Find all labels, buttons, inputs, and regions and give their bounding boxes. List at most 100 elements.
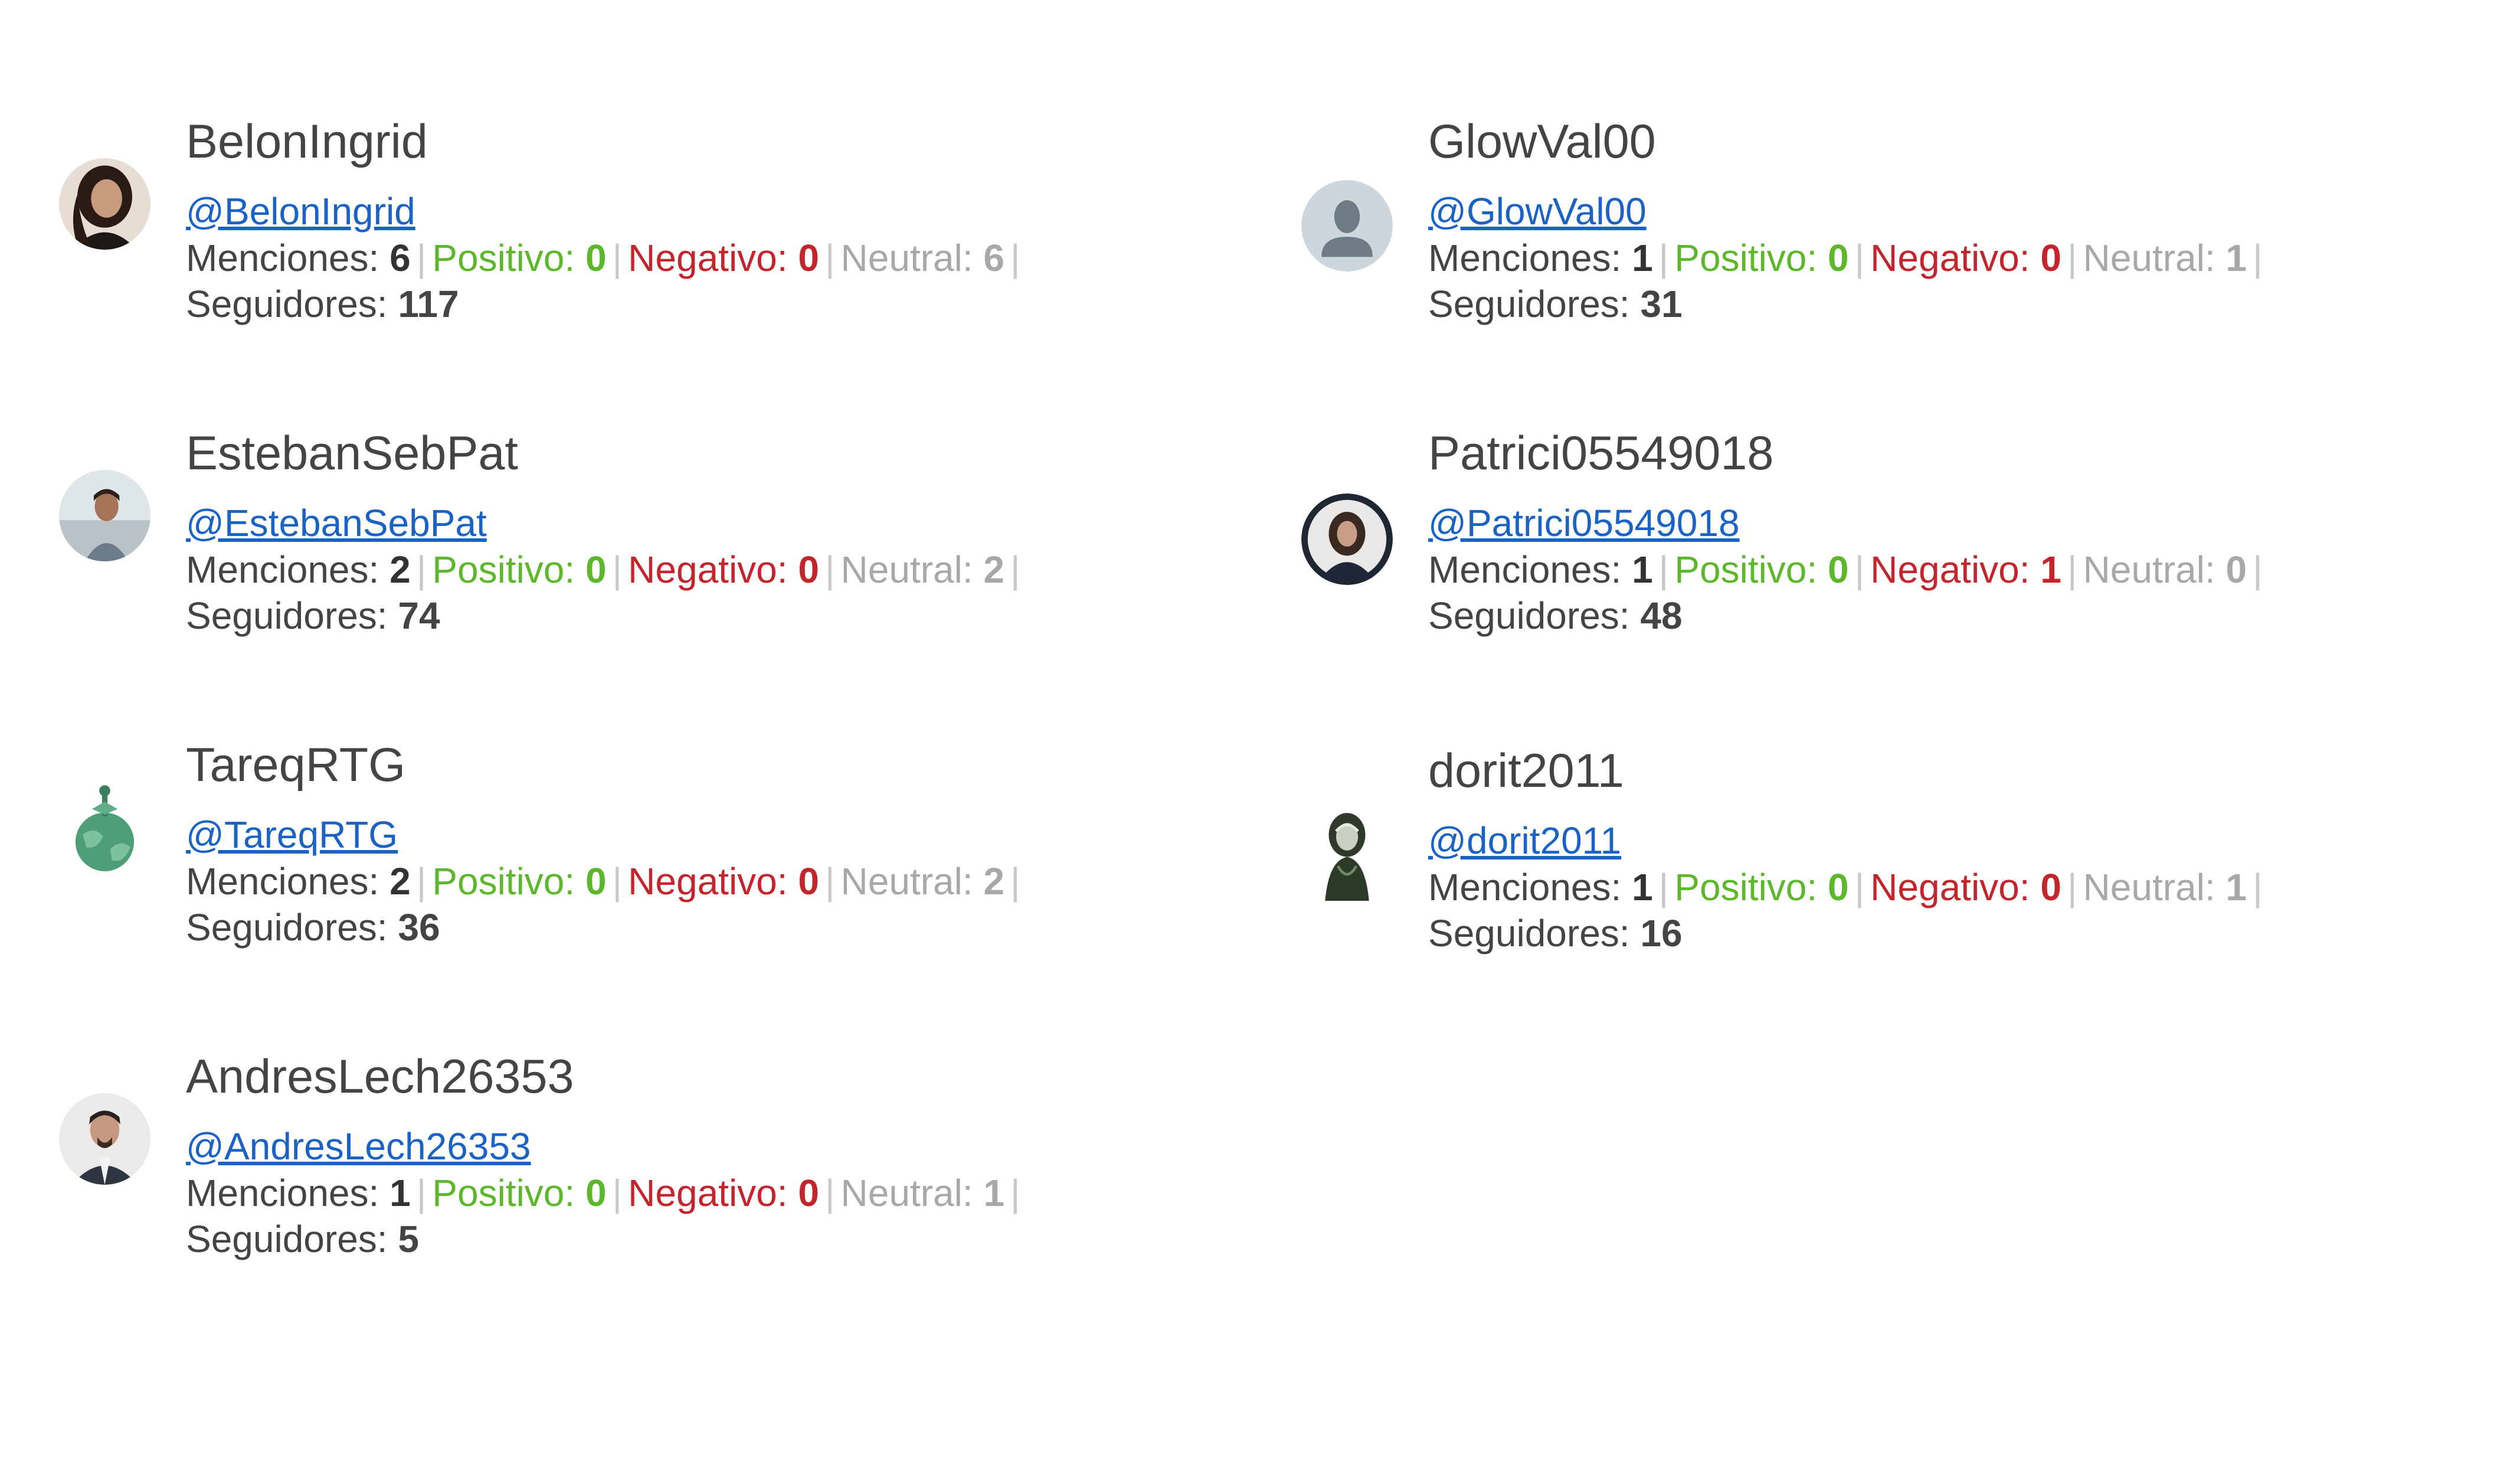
- user-card: AndresLech26353 @AndresLech26353 Mencion…: [0, 1047, 1180, 1295]
- negative-count: 0: [798, 1172, 819, 1214]
- user-followers: Seguidores: 117: [186, 281, 1026, 327]
- neutral-count: 2: [983, 860, 1004, 903]
- man-suit-avatar-icon[interactable]: [59, 1093, 150, 1185]
- mentions-label: Menciones:: [186, 237, 379, 279]
- user-handle-link[interactable]: @BelonIngrid: [186, 188, 415, 235]
- negative-label: Negativo:: [1870, 866, 2030, 908]
- positive-count: 0: [585, 548, 607, 591]
- user-stats: Menciones: 1 | Positivo: 0 | Negativo: 0 | Neu…: [186, 1170, 1026, 1216]
- user-followers: Seguidores: 74: [186, 593, 1026, 639]
- positive-count: 0: [585, 860, 607, 903]
- globe-avatar-icon[interactable]: [59, 782, 150, 873]
- user-handle-link[interactable]: @TareqRTG: [186, 811, 398, 858]
- separator: |: [824, 237, 835, 279]
- separator: |: [1010, 237, 1020, 279]
- mentions-count: 1: [390, 1172, 411, 1214]
- mentions-count: 2: [390, 548, 411, 591]
- separator: |: [824, 548, 835, 591]
- user-stats: Menciones: 2 | Positivo: 0 | Negativo: 0 | Neu…: [186, 858, 1026, 904]
- user-handle-link[interactable]: @EstebanSebPat: [186, 499, 487, 547]
- separator: |: [1658, 237, 1669, 279]
- user-handle-link[interactable]: @Patrici05549018: [1428, 499, 1740, 547]
- user-display-name: AndresLech26353: [186, 1050, 574, 1103]
- user-stats: Menciones: 6 | Positivo: 0 | Negativo: 0 | Neu…: [186, 235, 1026, 281]
- separator: |: [612, 1172, 623, 1214]
- separator: |: [416, 1172, 427, 1214]
- separator: |: [416, 237, 427, 279]
- separator: |: [2067, 548, 2077, 591]
- separator: |: [612, 860, 623, 903]
- mentions-label: Menciones:: [1428, 866, 1622, 908]
- followers-count: 48: [1640, 594, 1683, 637]
- separator: |: [612, 548, 623, 591]
- positive-label: Positivo:: [1674, 866, 1818, 908]
- positive-count: 0: [585, 237, 607, 279]
- followers-label: Seguidores:: [1428, 912, 1630, 955]
- separator: |: [2253, 548, 2263, 591]
- followers-count: 117: [398, 283, 459, 325]
- neutral-count: 1: [2226, 237, 2247, 279]
- user-card: TareqRTG @TareqRTG Menciones: 2 | Positivo…: [0, 736, 1180, 983]
- followers-label: Seguidores:: [186, 906, 388, 949]
- negative-label: Negativo:: [1870, 237, 2030, 279]
- user-display-name: GlowVal00: [1428, 115, 1656, 168]
- user-display-name: TareqRTG: [186, 738, 406, 792]
- separator: |: [1658, 548, 1669, 591]
- separator: |: [824, 860, 835, 903]
- followers-count: 31: [1640, 283, 1683, 325]
- neutral-label: Neutral:: [2083, 866, 2215, 908]
- user-stats: Menciones: 1 | Positivo: 0 | Negativo: 1 | Neu…: [1428, 547, 2269, 593]
- neutral-label: Neutral:: [840, 548, 973, 591]
- negative-count: 0: [2040, 866, 2061, 908]
- positive-label: Positivo:: [432, 860, 575, 903]
- separator: |: [2067, 866, 2077, 908]
- mentions-label: Menciones:: [186, 1172, 379, 1214]
- separator: |: [1010, 1172, 1020, 1214]
- positive-count: 0: [1827, 237, 1849, 279]
- negative-count: 0: [798, 860, 819, 903]
- woman-photo-avatar-icon[interactable]: [59, 158, 150, 250]
- neutral-label: Neutral:: [2083, 237, 2215, 279]
- separator: |: [416, 548, 427, 591]
- woman-photo-avatar-icon[interactable]: [1301, 493, 1393, 585]
- negative-count: 1: [2040, 548, 2061, 591]
- user-card: dorit2011 @dorit2011 Menciones: 1 | Positi…: [1242, 741, 2423, 989]
- user-handle-link[interactable]: @dorit2011: [1428, 817, 1621, 864]
- user-followers: Seguidores: 36: [186, 904, 1026, 950]
- positive-label: Positivo:: [432, 548, 575, 591]
- positive-count: 0: [1827, 866, 1849, 908]
- separator: |: [1854, 548, 1865, 591]
- default-user-avatar-icon[interactable]: [1301, 180, 1393, 272]
- positive-label: Positivo:: [1674, 548, 1818, 591]
- followers-label: Seguidores:: [1428, 283, 1630, 325]
- user-stats: Menciones: 1 | Positivo: 0 | Negativo: 0 | Neu…: [1428, 235, 2269, 281]
- mentions-count: 2: [390, 860, 411, 903]
- followers-label: Seguidores:: [186, 594, 388, 637]
- separator: |: [1010, 548, 1020, 591]
- separator: |: [1010, 860, 1020, 903]
- user-followers: Seguidores: 48: [1428, 593, 2269, 639]
- neutral-count: 0: [2226, 548, 2247, 591]
- user-handle-link[interactable]: @AndresLech26353: [186, 1123, 531, 1170]
- positive-label: Positivo:: [432, 1172, 575, 1214]
- user-followers: Seguidores: 31: [1428, 281, 2269, 327]
- mentions-label: Menciones:: [1428, 237, 1622, 279]
- followers-count: 36: [398, 906, 440, 949]
- user-card: EstebanSebPat @EstebanSebPat Menciones: …: [0, 424, 1180, 672]
- separator: |: [612, 237, 623, 279]
- user-handle-link[interactable]: @GlowVal00: [1428, 188, 1647, 235]
- man-photo-avatar-icon[interactable]: [59, 470, 150, 561]
- user-display-name: EstebanSebPat: [186, 427, 518, 480]
- neutral-label: Neutral:: [840, 237, 973, 279]
- user-followers: Seguidores: 16: [1428, 910, 2269, 956]
- user-card: BelonIngrid @BelonIngrid Menciones: 6 | Po…: [0, 112, 1180, 360]
- neutral-count: 6: [983, 237, 1004, 279]
- user-stats: Menciones: 1 | Positivo: 0 | Negativo: 0 | Neu…: [1428, 864, 2269, 910]
- positive-label: Positivo:: [432, 237, 575, 279]
- separator: |: [416, 860, 427, 903]
- separator: |: [1854, 237, 1865, 279]
- statue-avatar-icon[interactable]: [1301, 809, 1393, 901]
- negative-count: 0: [798, 548, 819, 591]
- negative-label: Negativo:: [1870, 548, 2030, 591]
- separator: |: [1658, 866, 1669, 908]
